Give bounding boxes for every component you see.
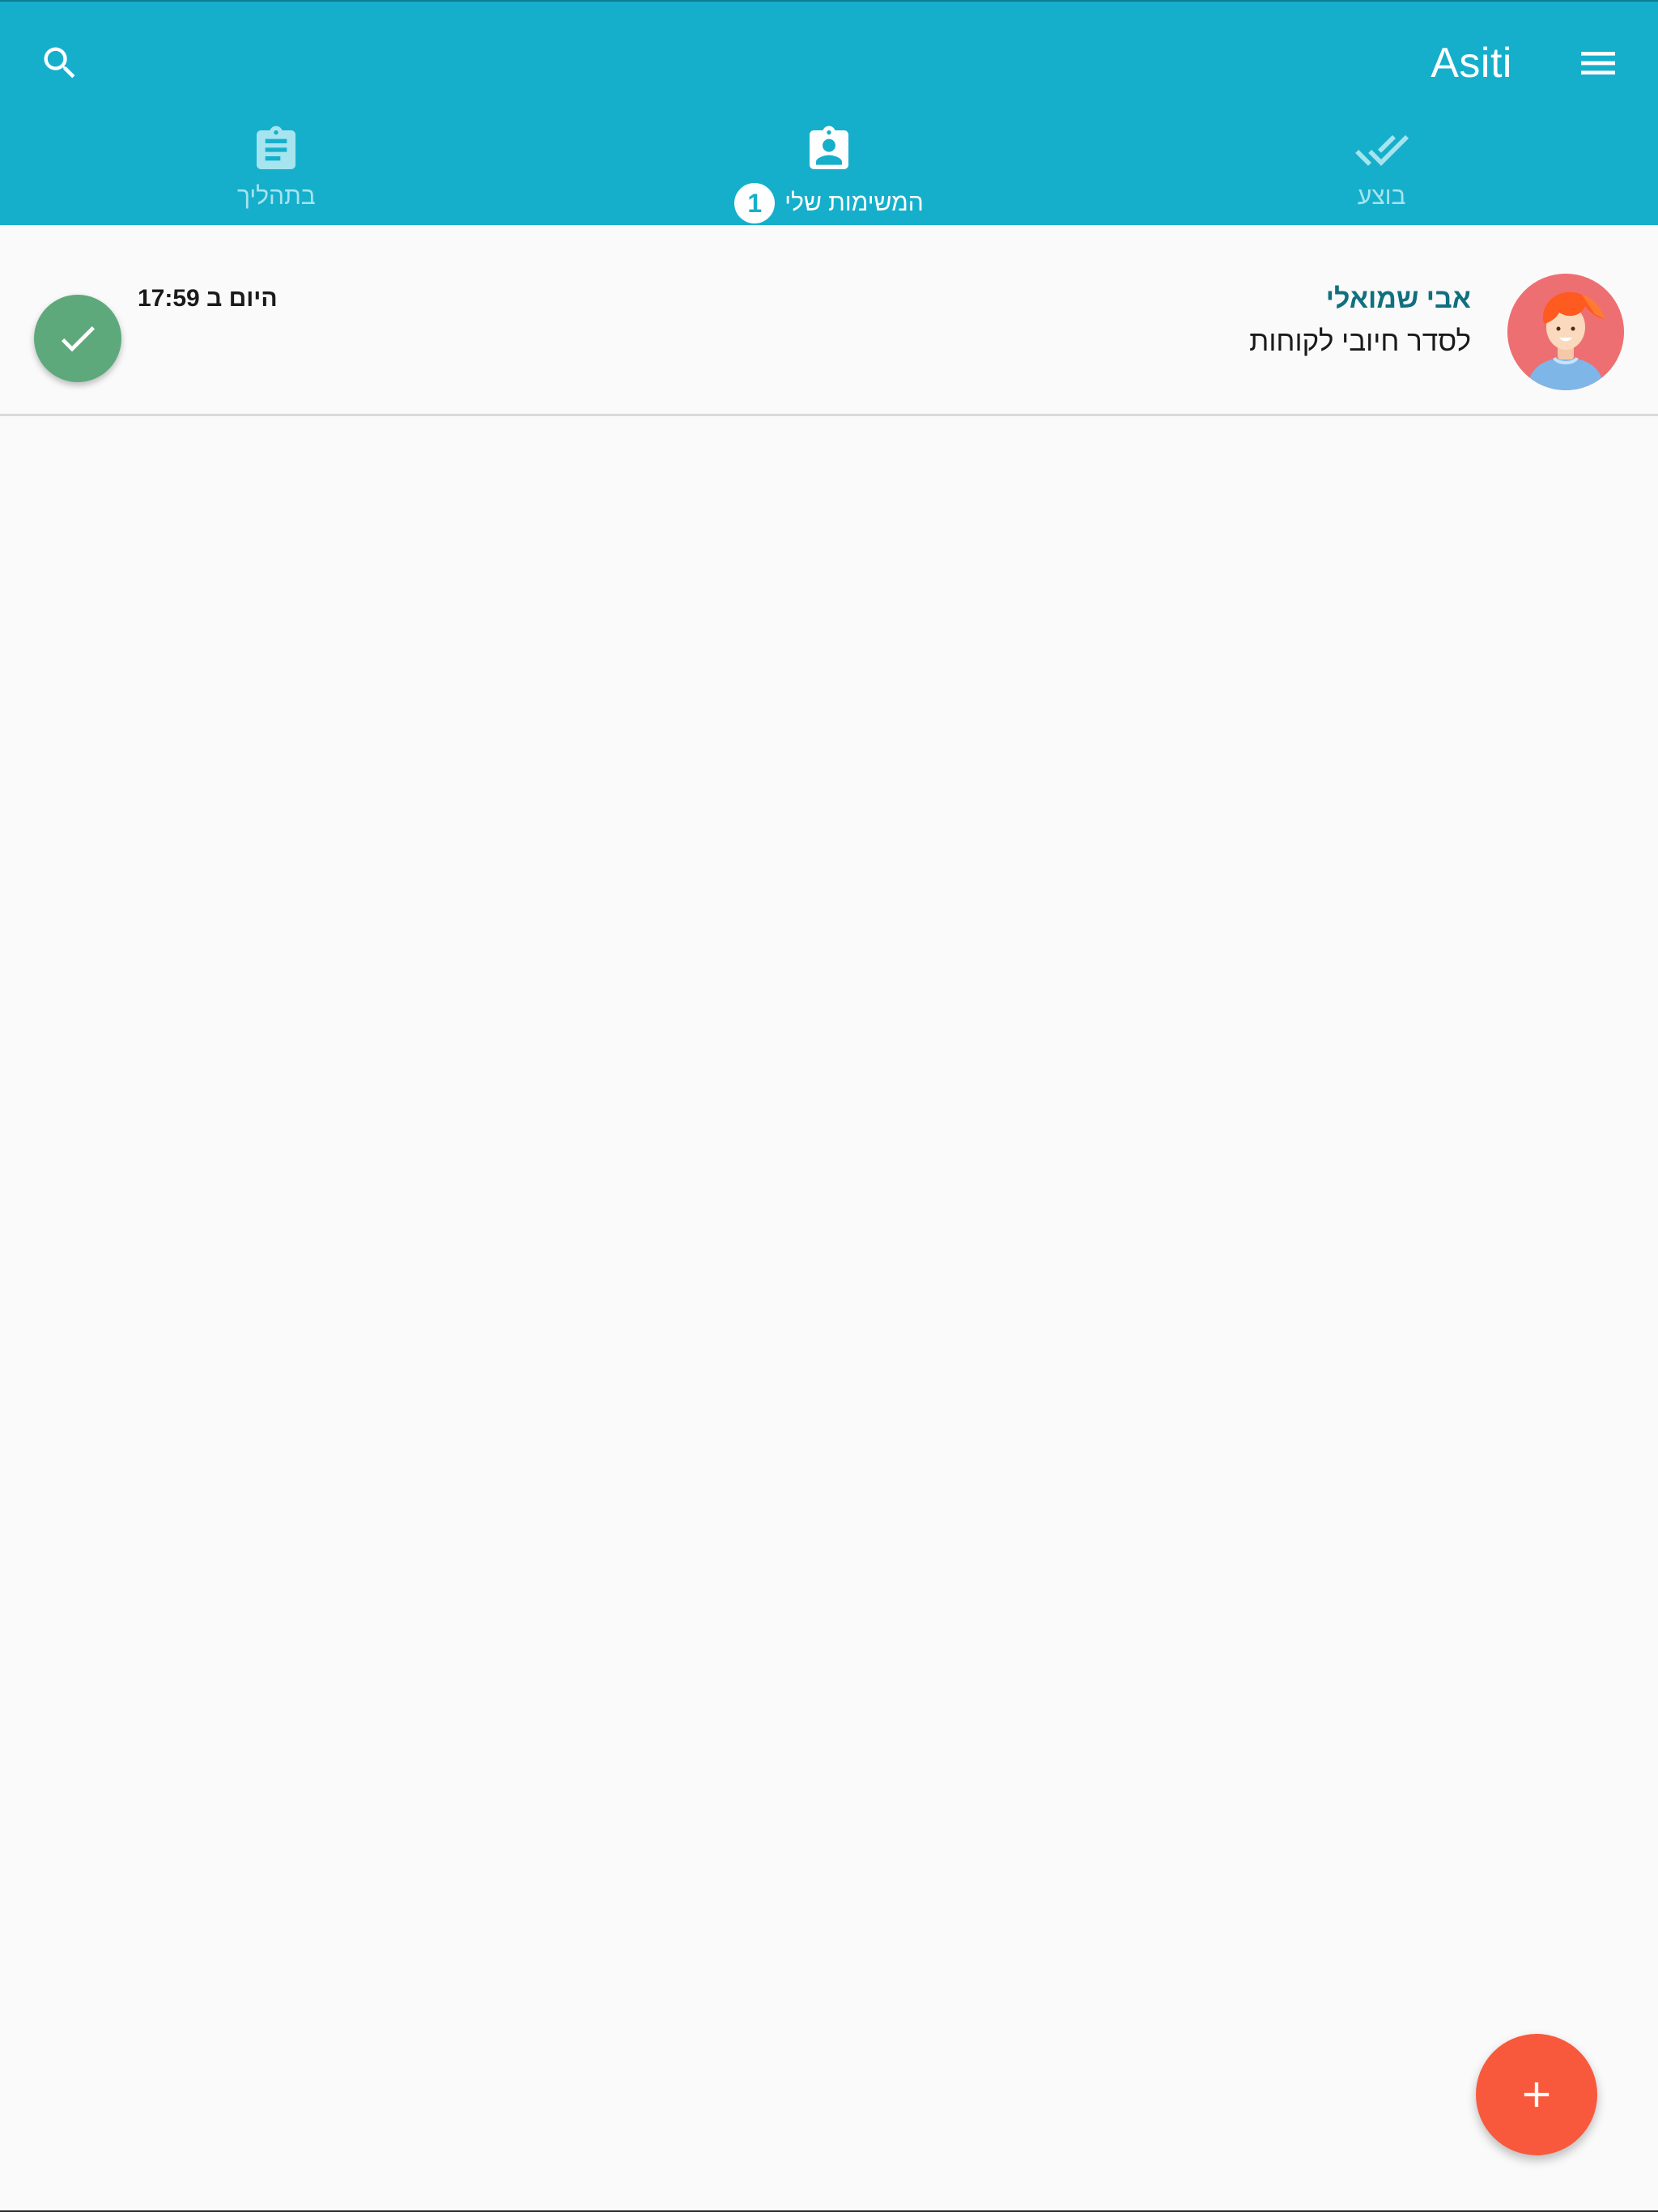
tab-in-progress[interactable]: בתהליך (0, 115, 553, 227)
task-timestamp: היום ב 17:59 (138, 285, 278, 312)
app-header: Asiti בתהליך המשימות שלי 1 בוצע (0, 0, 1658, 225)
tab-done[interactable]: בוצע (1105, 115, 1658, 227)
search-icon (44, 47, 75, 79)
complete-task-button[interactable] (34, 295, 121, 382)
task-title: לסדר חיובי לקוחות (1249, 325, 1471, 357)
task-count-badge: 1 (734, 183, 776, 223)
tab-label: המשימות שלי (784, 189, 924, 216)
done-all-icon (1354, 134, 1409, 166)
task-list-item[interactable]: אבי שמואלי לסדר חיובי לקוחות היום ב 17:5… (0, 225, 1658, 416)
assignment-ind-icon (810, 125, 848, 169)
menu-button[interactable] (1567, 32, 1629, 94)
tab-my-tasks[interactable]: המשימות שלי 1 (553, 115, 1106, 227)
tab-bar: בתהליך המשימות שלי 1 בוצע (0, 115, 1658, 227)
avatar (1507, 274, 1624, 390)
check-icon (61, 326, 95, 352)
plus-icon (1524, 2082, 1550, 2108)
menu-icon (1581, 52, 1615, 74)
app-root: Asiti בתהליך המשימות שלי 1 בוצע אבי שמוא… (0, 0, 1658, 2212)
tab-label: בוצע (1357, 183, 1406, 210)
add-task-button[interactable] (1476, 2034, 1597, 2155)
avatar-icon (1507, 274, 1624, 390)
task-assignee: אבי שמואלי (1325, 283, 1471, 314)
app-title: Asiti (1431, 40, 1512, 87)
assignment-icon (257, 125, 296, 169)
search-button[interactable] (29, 32, 91, 94)
tab-label: בתהליך (236, 183, 316, 210)
